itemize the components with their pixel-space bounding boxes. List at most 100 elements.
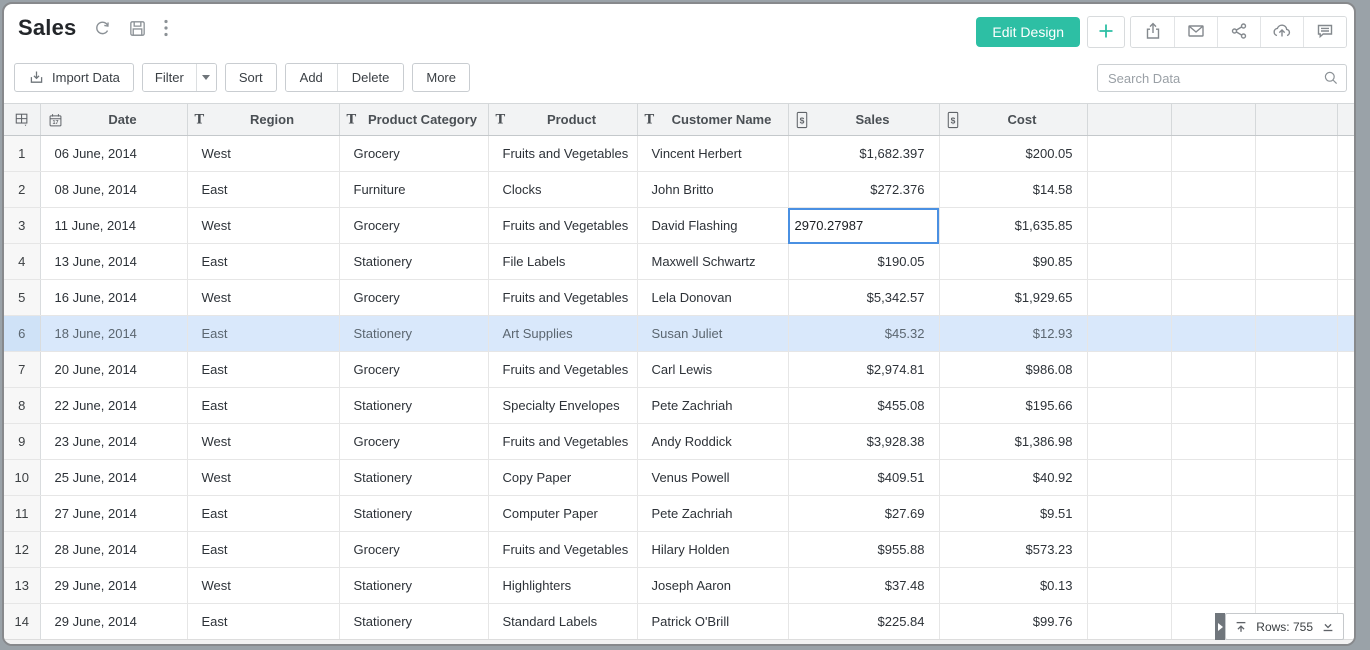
cell-empty[interactable] [1171,280,1255,316]
rows-widget-collapse-handle[interactable] [1215,613,1225,640]
cell-region[interactable]: East [187,388,339,424]
cell-empty[interactable] [1171,244,1255,280]
row-number[interactable]: 6 [4,316,40,352]
import-data-button[interactable]: Import Data [14,63,134,92]
refresh-icon[interactable] [93,16,112,40]
edit-design-button[interactable]: Edit Design [976,17,1080,47]
cell-empty[interactable] [1171,424,1255,460]
cell-cost[interactable]: $0.13 [939,568,1087,604]
cell-empty[interactable] [1171,316,1255,352]
row-number[interactable]: 5 [4,280,40,316]
row-number[interactable]: 12 [4,532,40,568]
row-number[interactable]: 10 [4,460,40,496]
cell-cost[interactable]: $195.66 [939,388,1087,424]
scroll-to-bottom-button[interactable] [1321,620,1335,634]
cell-region[interactable]: West [187,568,339,604]
cell-cost[interactable]: $90.85 [939,244,1087,280]
cell-product[interactable]: Highlighters [488,568,637,604]
cell-sales[interactable]: $37.48 [788,568,939,604]
column-header-customer[interactable]: TCustomer Name [637,104,788,136]
cell-cost[interactable]: $573.23 [939,532,1087,568]
cell-sales[interactable]: $45.32 [788,316,939,352]
comment-button[interactable] [1303,17,1346,47]
cell-empty[interactable] [1087,388,1171,424]
cell-date[interactable]: 08 June, 2014 [40,172,187,208]
cell-category[interactable]: Grocery [339,136,488,172]
column-header-date[interactable]: 17Date [40,104,187,136]
row-number[interactable]: 11 [4,496,40,532]
cell-sales[interactable]: $225.84 [788,604,939,640]
cell-sales[interactable]: $955.88 [788,532,939,568]
cell-category[interactable]: Grocery [339,424,488,460]
cell-empty[interactable] [1337,136,1354,172]
export-button[interactable] [1131,17,1174,47]
cell-sales[interactable]: $5,342.57 [788,280,939,316]
column-header-category[interactable]: TProduct Category [339,104,488,136]
cell-sales[interactable]: $409.51 [788,460,939,496]
delete-button[interactable]: Delete [337,64,404,91]
cell-category[interactable]: Grocery [339,352,488,388]
cell-category[interactable]: Stationery [339,244,488,280]
cell-date[interactable]: 29 June, 2014 [40,604,187,640]
cell-empty[interactable] [1337,172,1354,208]
cell-customer[interactable]: Joseph Aaron [637,568,788,604]
cell-cost[interactable]: $12.93 [939,316,1087,352]
cell-customer[interactable]: David Flashing [637,208,788,244]
cell-sales[interactable]: $190.05 [788,244,939,280]
cell-product[interactable]: Standard Labels [488,604,637,640]
horizontal-scrollbar[interactable] [4,639,1354,644]
cell-empty[interactable] [1337,352,1354,388]
column-header-empty[interactable] [1171,104,1255,136]
cell-date[interactable]: 18 June, 2014 [40,316,187,352]
cell-empty[interactable] [1255,244,1337,280]
cell-date[interactable]: 06 June, 2014 [40,136,187,172]
cell-empty[interactable] [1171,568,1255,604]
cell-empty[interactable] [1337,244,1354,280]
cell-empty[interactable] [1087,568,1171,604]
cell-date[interactable]: 29 June, 2014 [40,568,187,604]
more-button[interactable]: More [412,63,470,92]
cell-cost[interactable]: $1,386.98 [939,424,1087,460]
cell-product[interactable]: Clocks [488,172,637,208]
cell-customer[interactable]: John Britto [637,172,788,208]
cell-cost[interactable]: $99.76 [939,604,1087,640]
column-header-cost[interactable]: $Cost [939,104,1087,136]
cell-empty[interactable] [1337,532,1354,568]
cell-date[interactable]: 11 June, 2014 [40,208,187,244]
filter-dropdown-button[interactable] [196,64,216,91]
cell-category[interactable]: Stationery [339,604,488,640]
column-header-empty[interactable] [1337,104,1354,136]
cell-empty[interactable] [1087,352,1171,388]
cell-empty[interactable] [1171,352,1255,388]
cell-empty[interactable] [1337,568,1354,604]
filter-button[interactable]: Filter [143,64,196,91]
column-header-product[interactable]: TProduct [488,104,637,136]
cell-sales[interactable]: $1,682.397 [788,136,939,172]
cell-empty[interactable] [1087,208,1171,244]
column-header-empty[interactable] [1087,104,1171,136]
share-button[interactable] [1217,17,1260,47]
row-number[interactable]: 1 [4,136,40,172]
cell-product[interactable]: Fruits and Vegetables [488,352,637,388]
cell-product[interactable]: Fruits and Vegetables [488,424,637,460]
cell-cost[interactable]: $14.58 [939,172,1087,208]
cell-empty[interactable] [1255,136,1337,172]
cell-category[interactable]: Stationery [339,388,488,424]
cell-empty[interactable] [1255,424,1337,460]
cell-empty[interactable] [1087,532,1171,568]
cell-region[interactable]: West [187,136,339,172]
cell-customer[interactable]: Venus Powell [637,460,788,496]
cell-empty[interactable] [1171,460,1255,496]
row-number[interactable]: 9 [4,424,40,460]
cell-empty[interactable] [1255,316,1337,352]
row-number[interactable]: 2 [4,172,40,208]
cell-region[interactable]: East [187,172,339,208]
kebab-menu-icon[interactable] [163,16,169,40]
cell-category[interactable]: Stationery [339,316,488,352]
cell-empty[interactable] [1087,244,1171,280]
cell-empty[interactable] [1337,208,1354,244]
cell-empty[interactable] [1171,496,1255,532]
cell-product[interactable]: Computer Paper [488,496,637,532]
cell-region[interactable]: East [187,604,339,640]
cell-product[interactable]: Fruits and Vegetables [488,136,637,172]
